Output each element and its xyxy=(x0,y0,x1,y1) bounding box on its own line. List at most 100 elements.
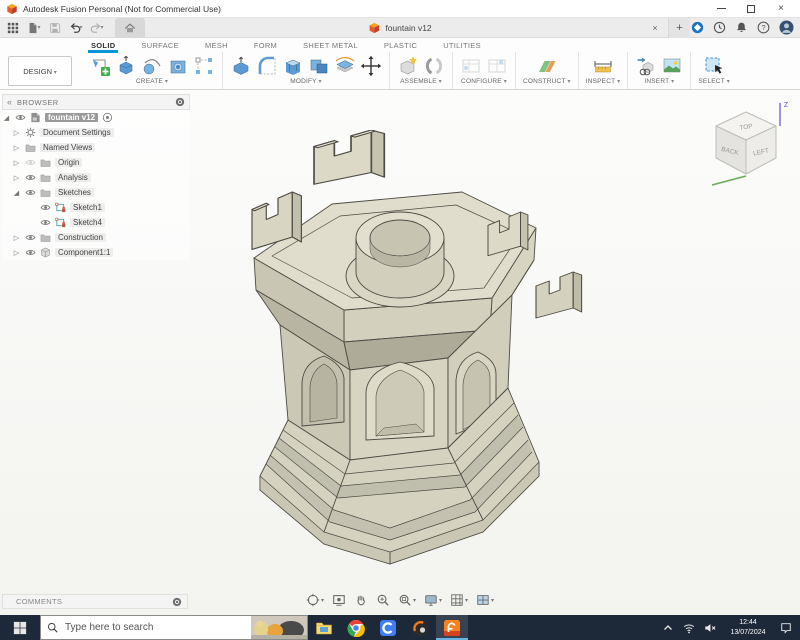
fit-button[interactable]: ▾ xyxy=(398,593,416,607)
browser-item-component1[interactable]: ▷ Component1:1 xyxy=(2,245,190,260)
pattern-icon[interactable] xyxy=(193,55,215,77)
tab-solid[interactable]: SOLID xyxy=(90,39,116,52)
group-label-select[interactable]: SELECT xyxy=(698,78,730,88)
expander-icon[interactable]: ▷ xyxy=(12,234,21,242)
comments-expand-icon[interactable] xyxy=(172,597,182,607)
grid-display-button[interactable]: ▾ xyxy=(450,593,468,607)
file-menu-button[interactable]: ▾ xyxy=(25,20,43,36)
maximize-button[interactable] xyxy=(736,0,766,17)
item-label[interactable]: Construction xyxy=(55,233,106,242)
item-label[interactable]: Analysis xyxy=(55,173,91,182)
look-at-button[interactable] xyxy=(332,593,346,607)
pan-button[interactable] xyxy=(354,593,368,607)
insert-image-icon[interactable] xyxy=(661,55,683,77)
tab-plastic[interactable]: PLASTIC xyxy=(383,39,418,52)
orbit-button[interactable]: ▾ xyxy=(306,593,324,607)
group-label-modify[interactable]: MODIFY xyxy=(230,78,382,88)
viewports-button[interactable]: ▾ xyxy=(476,593,494,607)
new-document-tab-button[interactable]: + xyxy=(668,18,690,38)
tab-mesh[interactable]: MESH xyxy=(204,39,229,52)
construction-plane-icon[interactable] xyxy=(536,55,558,77)
tab-form[interactable]: FORM xyxy=(253,39,278,52)
visibility-eye-icon[interactable] xyxy=(25,157,36,168)
combine-icon[interactable] xyxy=(308,55,330,77)
group-label-inspect[interactable]: INSPECT xyxy=(586,78,621,88)
root-item-label[interactable]: fountain v12 xyxy=(45,113,98,122)
browser-item-sketches[interactable]: ◢ Sketches xyxy=(2,185,190,200)
taskbar-app-cura[interactable] xyxy=(372,615,404,640)
create-sketch-icon[interactable] xyxy=(89,55,111,77)
browser-item-named-views[interactable]: ▷ Named Views xyxy=(2,140,190,155)
view-cube[interactable]: Z TOP BACK LEFT xyxy=(702,96,792,188)
item-label[interactable]: Component1:1 xyxy=(55,248,113,257)
activate-component-icon[interactable] xyxy=(102,112,113,123)
visibility-eye-icon[interactable] xyxy=(25,187,36,198)
help-icon[interactable]: ? xyxy=(757,21,770,34)
shell-icon[interactable] xyxy=(282,55,304,77)
taskbar-search[interactable]: Type here to search xyxy=(40,615,308,640)
taskbar-app-file-explorer[interactable] xyxy=(308,615,340,640)
move-icon[interactable] xyxy=(360,55,382,77)
document-tab[interactable]: fountain v12 xyxy=(360,18,439,38)
visibility-eye-icon[interactable] xyxy=(25,247,36,258)
item-label[interactable]: Named Views xyxy=(40,143,95,152)
taskbar-clock[interactable]: 12:44 13/07/2024 xyxy=(725,618,771,637)
taskbar-app-chrome[interactable] xyxy=(340,615,372,640)
browser-item-document-settings[interactable]: ▷ Document Settings xyxy=(2,125,190,140)
job-status-icon[interactable] xyxy=(713,21,726,34)
profile-avatar[interactable] xyxy=(779,20,794,35)
undo-button[interactable]: ▾ xyxy=(67,20,85,36)
start-button[interactable] xyxy=(0,615,40,640)
fillet-icon[interactable] xyxy=(256,55,278,77)
browser-item-origin[interactable]: ▷ Origin xyxy=(2,155,190,170)
collapse-panel-icon[interactable]: « xyxy=(7,97,12,107)
action-center-icon[interactable] xyxy=(780,622,792,634)
redo-button[interactable]: ▾ xyxy=(88,20,106,36)
item-label[interactable]: Document Settings xyxy=(40,128,114,137)
browser-item-construction[interactable]: ▷ Construction xyxy=(2,230,190,245)
expander-icon[interactable]: ▷ xyxy=(12,249,21,257)
configuration-table-icon[interactable] xyxy=(486,55,508,77)
browser-item-sketch4[interactable]: Sketch4 xyxy=(2,215,190,230)
wifi-icon[interactable] xyxy=(683,622,695,634)
expander-icon[interactable]: ▷ xyxy=(12,174,21,182)
group-label-create[interactable]: CREATE xyxy=(89,78,215,88)
expander-icon[interactable]: ▷ xyxy=(12,144,21,152)
save-button[interactable] xyxy=(46,20,64,36)
notifications-icon[interactable] xyxy=(735,21,748,34)
app-grid-button[interactable] xyxy=(4,20,22,36)
sweep-icon[interactable] xyxy=(141,55,163,77)
visibility-eye-icon[interactable] xyxy=(40,202,51,213)
panel-options-icon[interactable] xyxy=(175,97,185,107)
visibility-eye-icon[interactable] xyxy=(15,112,26,123)
minimize-button[interactable] xyxy=(706,0,736,17)
group-label-construct[interactable]: CONSTRUCT xyxy=(523,78,571,88)
tab-sheet-metal[interactable]: SHEET METAL xyxy=(302,39,359,52)
volume-muted-icon[interactable] xyxy=(704,622,716,634)
browser-root-item[interactable]: ◢ fountain v12 xyxy=(2,110,190,125)
comments-panel[interactable]: COMMENTS xyxy=(2,594,188,609)
extrude-icon[interactable] xyxy=(115,55,137,77)
tab-surface[interactable]: SURFACE xyxy=(140,39,180,52)
insert-derive-icon[interactable] xyxy=(635,55,657,77)
taskbar-app-fusion[interactable] xyxy=(436,615,468,640)
visibility-eye-icon[interactable] xyxy=(25,232,36,243)
measure-icon[interactable] xyxy=(592,55,614,77)
expander-icon[interactable]: ◢ xyxy=(12,189,21,197)
browser-item-sketch1[interactable]: Sketch1 xyxy=(2,200,190,215)
hidden-icons-chevron[interactable] xyxy=(662,622,674,634)
zoom-button[interactable] xyxy=(376,593,390,607)
search-highlight-photo[interactable] xyxy=(251,616,307,639)
group-label-assemble[interactable]: ASSEMBLE xyxy=(397,78,445,88)
select-icon[interactable] xyxy=(703,55,725,77)
group-label-insert[interactable]: INSERT xyxy=(635,78,683,88)
document-tab-close-button[interactable]: × xyxy=(648,23,662,33)
expander-icon[interactable]: ◢ xyxy=(2,114,11,122)
expander-icon[interactable]: ▷ xyxy=(12,129,21,137)
close-button[interactable]: × xyxy=(766,0,796,17)
workspace-selector[interactable]: DESIGN xyxy=(8,56,72,86)
item-label[interactable]: Origin xyxy=(55,158,82,167)
press-pull-icon[interactable] xyxy=(230,55,252,77)
item-label[interactable]: Sketch1 xyxy=(70,203,105,212)
group-label-configure[interactable]: CONFIGURE xyxy=(460,78,508,88)
